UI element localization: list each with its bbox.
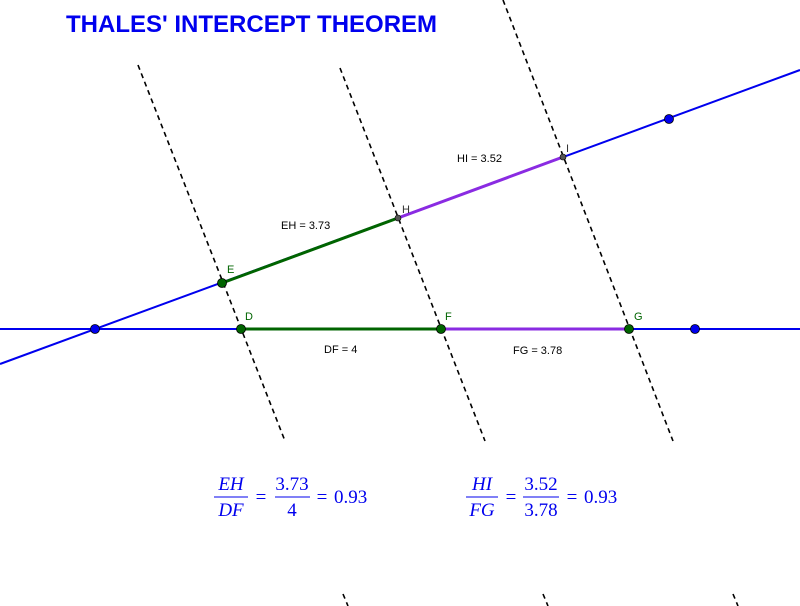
formula2-result: 0.93 [584, 487, 617, 508]
formula2-denominator-val: 3.78 [524, 500, 557, 521]
formula2-equals-2: = [567, 487, 578, 508]
label-H: H [402, 204, 410, 216]
label-I: I [566, 143, 569, 155]
dashed-parallel-line-3[interactable] [502, 0, 674, 442]
formula1-denominator-val: 4 [287, 500, 297, 521]
point-E[interactable] [217, 278, 227, 288]
label-D: D [245, 311, 253, 323]
dashed-parallel-line-2[interactable] [339, 67, 486, 442]
formula2-denominator-var: FG [468, 500, 495, 521]
point-slanted-end[interactable] [664, 114, 674, 124]
point-H[interactable] [394, 214, 402, 222]
formula1-denominator-var: DF [217, 500, 244, 521]
dashed-line-stub-3 [732, 593, 739, 606]
formula2-equals-1: = [506, 487, 517, 508]
label-E: E [227, 264, 234, 276]
formula1-numerator-val: 3.73 [275, 474, 308, 495]
segment-HI[interactable] [397, 155, 564, 220]
ratio-formula-1: EH DF = 3.73 4 = 0.93 [214, 474, 367, 521]
point-F[interactable] [436, 324, 446, 334]
formula1-equals-2: = [317, 487, 328, 508]
measure-DF: DF = 4 [324, 344, 357, 356]
formula1-result: 0.93 [334, 487, 367, 508]
point-horizontal-end[interactable] [690, 324, 700, 334]
ratio-formula-2: HI FG = 3.52 3.78 = 0.93 [466, 474, 617, 521]
point-D[interactable] [236, 324, 246, 334]
measure-HI: HI = 3.52 [457, 153, 502, 165]
measure-FG: FG = 3.78 [513, 345, 562, 357]
point-origin[interactable] [90, 324, 100, 334]
dashed-line-stub-1 [342, 593, 349, 606]
dashed-line-stub-2 [542, 593, 549, 606]
label-F: F [445, 311, 452, 323]
label-G: G [634, 311, 643, 323]
dashed-parallel-line-1[interactable] [137, 64, 286, 442]
formula2-numerator-var: HI [471, 474, 494, 495]
diagram-svg[interactable]: E D F G H I EH = 3.73 HI = 3.52 DF = 4 F… [0, 0, 800, 606]
formula1-numerator-var: EH [217, 474, 245, 495]
measure-EH: EH = 3.73 [281, 220, 330, 232]
formula2-numerator-val: 3.52 [524, 474, 557, 495]
geometry-canvas[interactable]: THALES' INTERCEPT THEOREM E D F G H I EH… [0, 0, 800, 606]
point-G[interactable] [624, 324, 634, 334]
formula1-equals-1: = [256, 487, 267, 508]
